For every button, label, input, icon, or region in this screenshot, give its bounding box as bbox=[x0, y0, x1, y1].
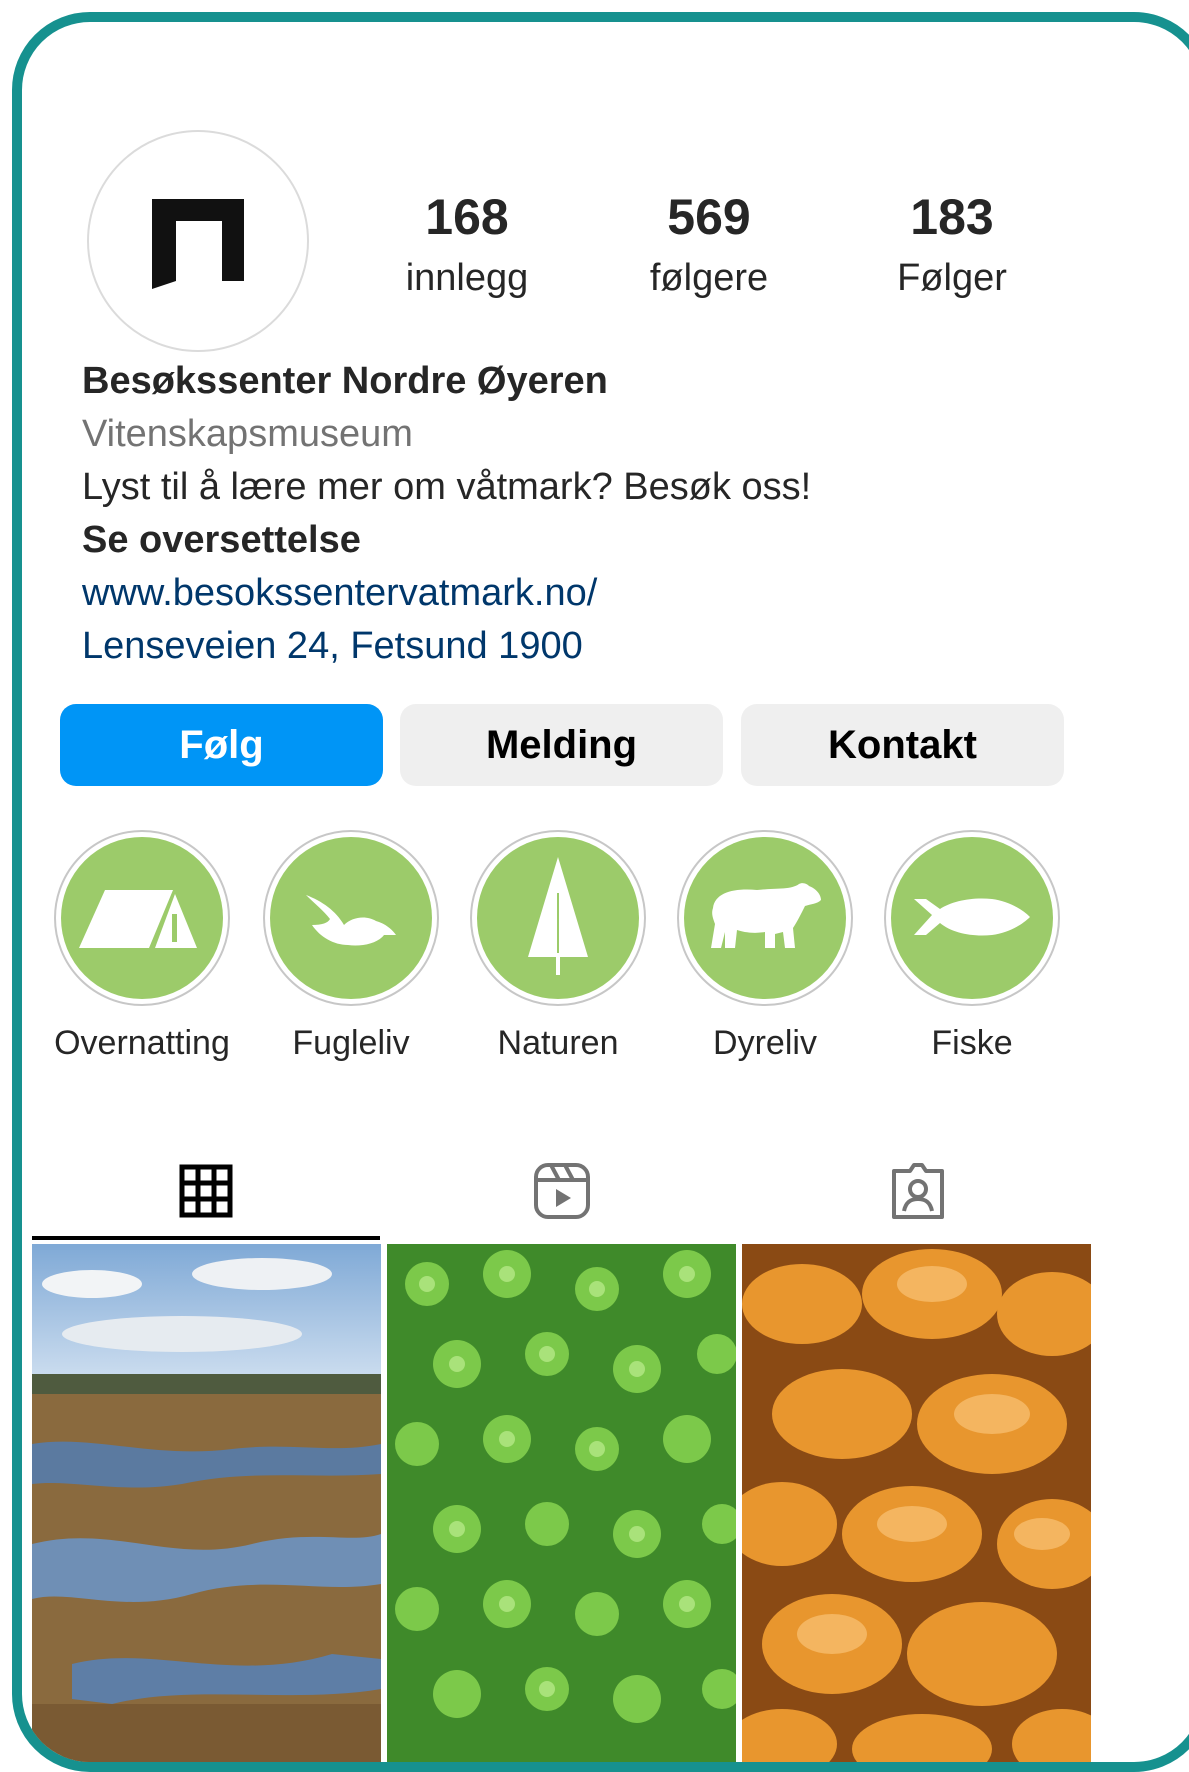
profile-category: Vitenskapsmuseum bbox=[82, 413, 413, 455]
contact-button[interactable]: Kontakt bbox=[741, 704, 1064, 786]
wetland-photo bbox=[32, 1244, 381, 1762]
highlight-ring bbox=[263, 830, 439, 1006]
highlight-ring bbox=[884, 830, 1060, 1006]
tent-icon bbox=[79, 890, 197, 948]
address-link[interactable]: Lenseveien 24, Fetsund 1900 bbox=[82, 620, 1182, 673]
highlight-label: Overnatting bbox=[54, 1024, 230, 1062]
posts-label: innlegg bbox=[405, 257, 529, 299]
highlight-overnatting[interactable]: Overnatting bbox=[52, 830, 232, 1063]
highlight-ring bbox=[677, 830, 853, 1006]
bear-icon bbox=[711, 883, 821, 948]
highlight-cover bbox=[270, 837, 432, 999]
profile-bio: Besøkssenter Nordre Øyeren Vitenskapsmus… bbox=[82, 355, 1182, 673]
website-link[interactable]: www.besokssentervatmark.no/ bbox=[82, 567, 1182, 620]
museum-logo-icon bbox=[152, 199, 244, 289]
highlight-label: Naturen bbox=[497, 1024, 619, 1062]
stat-following[interactable]: 183 Følger bbox=[852, 187, 1052, 303]
highlight-label: Fiske bbox=[931, 1024, 1013, 1062]
moss-photo bbox=[387, 1244, 736, 1762]
post-thumbnail-wetland[interactable] bbox=[32, 1244, 381, 1762]
highlight-fugleliv[interactable]: Fugleliv bbox=[261, 830, 441, 1063]
profile-tabs bbox=[32, 1142, 1189, 1240]
profile-avatar[interactable] bbox=[87, 130, 309, 352]
post-thumbnail-mushrooms[interactable] bbox=[742, 1244, 1091, 1762]
highlight-label: Dyreliv bbox=[713, 1024, 817, 1062]
highlight-ring bbox=[470, 830, 646, 1006]
highlight-fiske[interactable]: Fiske bbox=[882, 830, 1062, 1063]
posts-count: 168 bbox=[425, 189, 509, 245]
follow-button[interactable]: Følg bbox=[60, 704, 383, 786]
reels-icon bbox=[534, 1163, 590, 1219]
phone-frame: 168 innlegg 569 følgere 183 Følger Besøk… bbox=[12, 12, 1189, 1772]
highlight-cover bbox=[684, 837, 846, 999]
highlight-dyreliv[interactable]: Dyreliv bbox=[675, 830, 855, 1063]
profile-stats: 168 innlegg 569 følgere 183 Følger bbox=[362, 187, 1082, 317]
message-button[interactable]: Melding bbox=[400, 704, 723, 786]
tab-reels[interactable] bbox=[388, 1142, 736, 1240]
highlight-cover bbox=[61, 837, 223, 999]
profile-name: Besøkssenter Nordre Øyeren bbox=[82, 360, 608, 402]
tab-posts[interactable] bbox=[32, 1142, 380, 1240]
following-count: 183 bbox=[910, 189, 994, 245]
highlight-naturen[interactable]: Naturen bbox=[468, 830, 648, 1063]
highlight-cover bbox=[477, 837, 639, 999]
stat-posts[interactable]: 168 innlegg bbox=[367, 187, 567, 303]
grid-icon bbox=[179, 1164, 233, 1218]
chanterelle-photo bbox=[742, 1244, 1091, 1762]
active-tab-indicator bbox=[32, 1236, 380, 1240]
profile-description: Lyst til å lære mer om våtmark? Besøk os… bbox=[82, 466, 812, 508]
followers-label: følgere bbox=[649, 257, 769, 299]
highlight-label: Fugleliv bbox=[292, 1024, 410, 1062]
stat-followers[interactable]: 569 følgere bbox=[609, 187, 809, 303]
highlight-cover bbox=[891, 837, 1053, 999]
see-translation-link[interactable]: Se oversettelse bbox=[82, 514, 1182, 567]
tab-tagged[interactable] bbox=[744, 1142, 1092, 1240]
post-thumbnail-moss[interactable] bbox=[387, 1244, 736, 1762]
bird-icon bbox=[306, 895, 396, 946]
followers-count: 569 bbox=[667, 189, 751, 245]
fish-icon bbox=[914, 898, 1030, 936]
tagged-user-icon bbox=[892, 1163, 944, 1219]
following-label: Følger bbox=[897, 257, 1007, 299]
profile-screen: 168 innlegg 569 følgere 183 Følger Besøk… bbox=[32, 22, 1189, 1762]
tree-icon bbox=[528, 857, 588, 975]
highlight-ring bbox=[54, 830, 230, 1006]
